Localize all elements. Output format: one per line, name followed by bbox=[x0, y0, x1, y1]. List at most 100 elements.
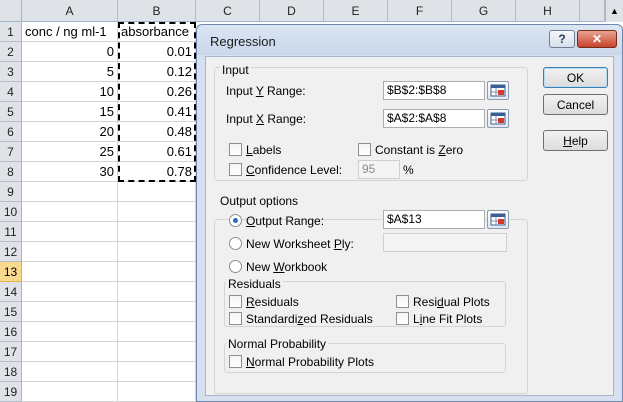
cell-empty[interactable] bbox=[22, 242, 118, 262]
line-fit-plots-checkbox[interactable] bbox=[396, 312, 409, 325]
confidence-level-field[interactable]: 95 bbox=[358, 160, 400, 179]
cell-empty[interactable] bbox=[22, 362, 118, 382]
input-y-range-field[interactable]: $B$2:$B$8 bbox=[383, 81, 485, 100]
output-range-field[interactable]: $A$13 bbox=[383, 210, 485, 229]
scroll-up-icon[interactable]: ▲ bbox=[605, 0, 623, 22]
cell-empty[interactable] bbox=[22, 202, 118, 222]
regression-dialog: Regression ? ✕ Input Input Y Range: $B$2… bbox=[196, 24, 623, 402]
standardized-residuals-label: Standardized Residuals bbox=[246, 312, 373, 326]
cell-empty[interactable] bbox=[22, 262, 118, 282]
row-header[interactable]: 14 bbox=[0, 282, 22, 302]
row-header[interactable]: 4 bbox=[0, 82, 22, 102]
range-selector-icon[interactable] bbox=[487, 109, 509, 128]
labels-checkbox[interactable] bbox=[229, 143, 242, 156]
cell-empty[interactable] bbox=[118, 342, 196, 362]
normal-probability-plots-checkbox[interactable] bbox=[229, 355, 242, 368]
cell-a7[interactable]: 25 bbox=[22, 142, 118, 162]
cell-empty[interactable] bbox=[118, 302, 196, 322]
column-header-c[interactable]: C bbox=[196, 0, 260, 22]
dialog-titlebar[interactable]: Regression ? ✕ bbox=[197, 25, 622, 55]
row-header[interactable]: 10 bbox=[0, 202, 22, 222]
row-header[interactable]: 2 bbox=[0, 42, 22, 62]
column-header-f[interactable]: F bbox=[388, 0, 452, 22]
new-workbook-radio[interactable] bbox=[229, 260, 242, 273]
cell-b2[interactable]: 0.01 bbox=[118, 42, 196, 62]
column-header-b[interactable]: B bbox=[118, 0, 196, 22]
column-header-i[interactable] bbox=[580, 0, 605, 22]
cell-empty[interactable] bbox=[22, 322, 118, 342]
row-header[interactable]: 1 bbox=[0, 22, 22, 42]
row-header[interactable]: 17 bbox=[0, 342, 22, 362]
row-header[interactable]: 9 bbox=[0, 182, 22, 202]
labels-label: Labels bbox=[246, 143, 282, 157]
cell-empty[interactable] bbox=[22, 282, 118, 302]
help-icon[interactable]: ? bbox=[549, 30, 575, 48]
standardized-residuals-checkbox[interactable] bbox=[229, 312, 242, 325]
residual-plots-checkbox[interactable] bbox=[396, 295, 409, 308]
cell-empty[interactable] bbox=[22, 302, 118, 322]
select-all-corner[interactable] bbox=[0, 0, 22, 22]
output-range-radio[interactable] bbox=[229, 214, 242, 227]
percent-label: % bbox=[403, 163, 414, 177]
cell-b1[interactable]: absorbance bbox=[118, 22, 196, 42]
new-worksheet-ply-field[interactable] bbox=[383, 233, 507, 252]
cell-empty[interactable] bbox=[118, 242, 196, 262]
ok-button[interactable]: OK bbox=[543, 67, 608, 88]
cell-a4[interactable]: 10 bbox=[22, 82, 118, 102]
confidence-level-checkbox[interactable] bbox=[229, 163, 242, 176]
column-header-d[interactable]: D bbox=[260, 0, 324, 22]
new-worksheet-ply-radio[interactable] bbox=[229, 237, 242, 250]
row-header[interactable]: 3 bbox=[0, 62, 22, 82]
cell-a5[interactable]: 15 bbox=[22, 102, 118, 122]
cell-empty[interactable] bbox=[22, 222, 118, 242]
cell-empty[interactable] bbox=[118, 262, 196, 282]
input-x-range-label: Input X Range: bbox=[226, 112, 307, 126]
column-header-g[interactable]: G bbox=[452, 0, 516, 22]
input-x-range-field[interactable]: $A$2:$A$8 bbox=[383, 109, 485, 128]
cell-empty[interactable] bbox=[118, 202, 196, 222]
row-header[interactable]: 11 bbox=[0, 222, 22, 242]
cell-a1[interactable]: conc / ng ml-1 bbox=[22, 22, 118, 42]
cell-empty[interactable] bbox=[118, 222, 196, 242]
cell-empty[interactable] bbox=[22, 342, 118, 362]
cell-empty[interactable] bbox=[22, 382, 118, 402]
range-selector-icon[interactable] bbox=[487, 81, 509, 100]
constant-is-zero-checkbox[interactable] bbox=[358, 143, 371, 156]
close-icon[interactable]: ✕ bbox=[577, 30, 617, 48]
cell-a6[interactable]: 20 bbox=[22, 122, 118, 142]
cell-empty[interactable] bbox=[22, 182, 118, 202]
cell-empty[interactable] bbox=[118, 322, 196, 342]
row-header[interactable]: 15 bbox=[0, 302, 22, 322]
row-header[interactable]: 19 bbox=[0, 382, 22, 402]
row-header[interactable]: 5 bbox=[0, 102, 22, 122]
row-header[interactable]: 18 bbox=[0, 362, 22, 382]
row-header[interactable]: 16 bbox=[0, 322, 22, 342]
new-worksheet-ply-label: New Worksheet Ply: bbox=[246, 237, 354, 251]
cell-empty[interactable] bbox=[118, 362, 196, 382]
row-header[interactable]: 8 bbox=[0, 162, 22, 182]
new-workbook-label: New Workbook bbox=[246, 260, 328, 274]
cell-b8[interactable]: 0.78 bbox=[118, 162, 196, 182]
help-button[interactable]: Help bbox=[543, 130, 608, 151]
row-header-selected[interactable]: 13 bbox=[0, 262, 22, 282]
column-header-h[interactable]: H bbox=[516, 0, 580, 22]
cell-b3[interactable]: 0.12 bbox=[118, 62, 196, 82]
row-header[interactable]: 6 bbox=[0, 122, 22, 142]
cell-empty[interactable] bbox=[118, 282, 196, 302]
row-header[interactable]: 12 bbox=[0, 242, 22, 262]
range-selector-icon[interactable] bbox=[487, 210, 509, 229]
cell-b5[interactable]: 0.41 bbox=[118, 102, 196, 122]
residuals-checkbox[interactable] bbox=[229, 295, 242, 308]
cancel-button[interactable]: Cancel bbox=[543, 94, 608, 115]
cell-a2[interactable]: 0 bbox=[22, 42, 118, 62]
cell-a8[interactable]: 30 bbox=[22, 162, 118, 182]
cell-empty[interactable] bbox=[118, 382, 196, 402]
column-header-a[interactable]: A bbox=[22, 0, 118, 22]
cell-b4[interactable]: 0.26 bbox=[118, 82, 196, 102]
cell-empty[interactable] bbox=[118, 182, 196, 202]
row-header[interactable]: 7 bbox=[0, 142, 22, 162]
cell-a3[interactable]: 5 bbox=[22, 62, 118, 82]
cell-b7[interactable]: 0.61 bbox=[118, 142, 196, 162]
cell-b6[interactable]: 0.48 bbox=[118, 122, 196, 142]
column-header-e[interactable]: E bbox=[324, 0, 388, 22]
